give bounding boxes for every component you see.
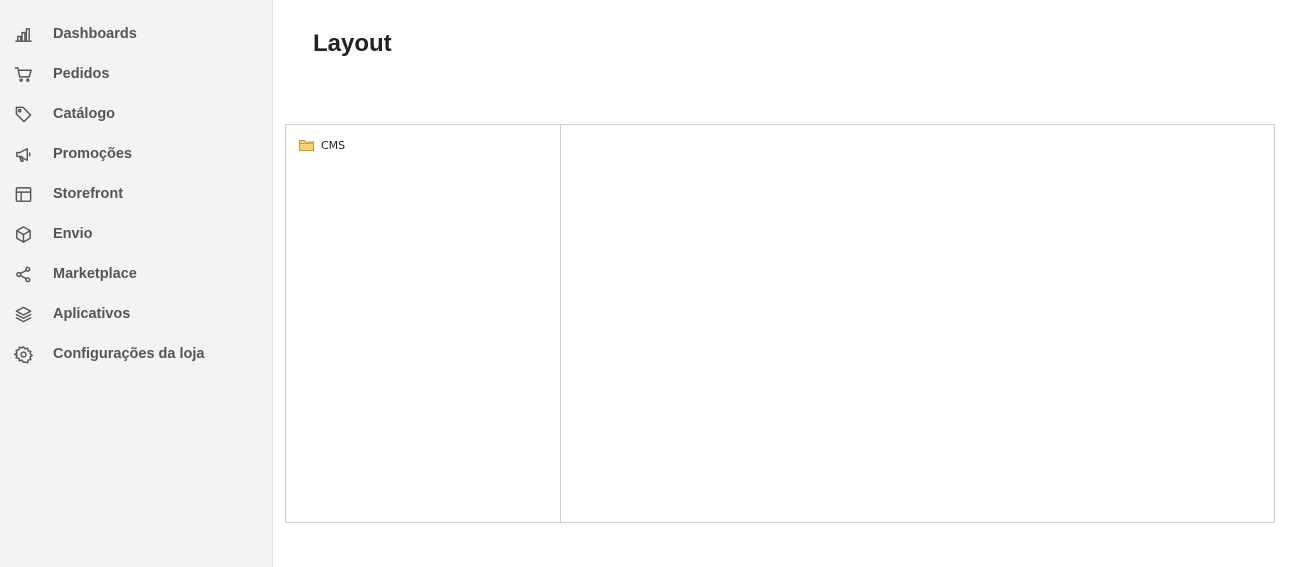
sidebar-item-catalogo[interactable]: Catálogo (0, 94, 272, 134)
folder-icon (299, 138, 315, 152)
sidebar-item-marketplace[interactable]: Marketplace (0, 254, 272, 294)
sidebar-item-storefront[interactable]: Storefront (0, 174, 272, 214)
sidebar-item-label: Configurações da loja (53, 346, 205, 362)
sidebar-item-pedidos[interactable]: Pedidos (0, 54, 272, 94)
megaphone-icon (13, 144, 33, 164)
sidebar-item-label: Catálogo (53, 106, 116, 122)
tree-node-cms[interactable]: CMS (299, 138, 560, 152)
sidebar-item-dashboards[interactable]: Dashboards (0, 14, 272, 54)
layout-editor-panel: CMS (285, 124, 1275, 523)
sidebar-item-label: Dashboards (53, 26, 137, 42)
sidebar-item-label: Pedidos (53, 66, 110, 82)
tree-node-label: CMS (321, 138, 346, 152)
gear-icon (13, 344, 33, 364)
sidebar-item-aplicativos[interactable]: Aplicativos (0, 294, 272, 334)
sidebar-item-label: Envio (53, 226, 93, 242)
page-title: Layout (313, 30, 392, 57)
layers-icon (13, 304, 33, 324)
app-root: Dashboards Pedidos Catálogo Promoções St… (0, 0, 1296, 567)
main-content: Layout CMS (273, 0, 1296, 567)
tree-pane: CMS (286, 125, 561, 522)
bar-chart-icon (13, 24, 33, 44)
layout-icon (13, 184, 33, 204)
sidebar-item-configuracoes[interactable]: Configurações da loja (0, 334, 272, 374)
box-icon (13, 224, 33, 244)
sidebar-item-envio[interactable]: Envio (0, 214, 272, 254)
sidebar: Dashboards Pedidos Catálogo Promoções St… (0, 0, 273, 567)
sidebar-item-label: Storefront (53, 186, 124, 202)
sidebar-item-promocoes[interactable]: Promoções (0, 134, 272, 174)
cart-icon (13, 64, 33, 84)
sidebar-item-label: Marketplace (53, 266, 137, 282)
tag-icon (13, 104, 33, 124)
sidebar-item-label: Promoções (53, 146, 132, 162)
content-pane (561, 125, 1274, 522)
share-icon (13, 264, 33, 284)
sidebar-item-label: Aplicativos (53, 306, 131, 322)
